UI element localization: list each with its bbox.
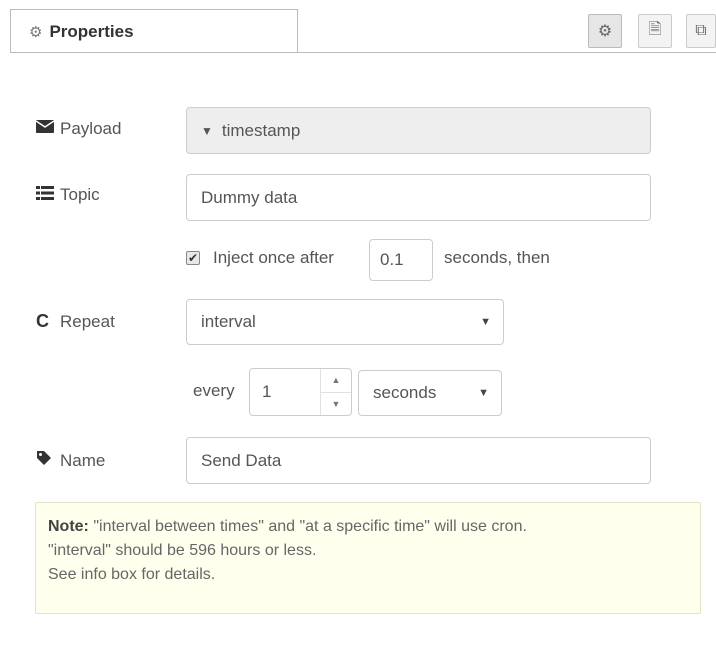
- tab-properties-label: Properties: [49, 21, 134, 41]
- refresh-icon: C: [36, 311, 49, 331]
- interval-count-input[interactable]: 1 ▲ ▼: [249, 368, 352, 416]
- payload-type-input[interactable]: ▼ timestamp: [186, 107, 651, 154]
- topic-input[interactable]: Dummy data: [186, 174, 651, 221]
- spinner-up-icon[interactable]: ▲: [321, 369, 351, 393]
- repeat-label: C Repeat: [36, 311, 115, 331]
- cron-note: Note: "interval between times" and "at a…: [35, 502, 701, 614]
- chevron-down-icon: ▼: [478, 387, 489, 399]
- repeat-select[interactable]: interval ▼: [186, 299, 504, 345]
- name-label: Name: [36, 450, 105, 471]
- header-divider: [10, 52, 716, 53]
- topic-value: Dummy data: [201, 187, 298, 207]
- document-icon: 🗎: [648, 20, 662, 38]
- payload-value: timestamp: [221, 120, 301, 140]
- inject-delay-input[interactable]: 0.1: [369, 239, 433, 281]
- caret-down-icon: ▼: [201, 123, 213, 138]
- note-line-2: "interval" should be 596 hours or less.: [48, 542, 317, 559]
- payload-label: Payload: [35, 119, 121, 139]
- inject-once-checkbox[interactable]: ✔: [186, 251, 200, 265]
- envelope-icon: [35, 120, 60, 138]
- interval-unit-select[interactable]: seconds ▼: [358, 370, 502, 416]
- chevron-down-icon: ▼: [480, 316, 491, 328]
- interval-unit-value: seconds: [373, 383, 437, 402]
- repeat-value: interval: [201, 312, 256, 331]
- note-bold-label: Note:: [48, 518, 89, 535]
- inject-once-label: Inject once after: [213, 248, 334, 267]
- note-line-1: Note: "interval between times" and "at a…: [48, 518, 527, 535]
- name-value: Send Data: [201, 450, 282, 470]
- tag-icon: [36, 450, 60, 471]
- tab-properties[interactable]: ⚙ Properties: [10, 9, 298, 53]
- list-icon: [36, 185, 60, 205]
- topic-label: Topic: [36, 185, 100, 205]
- spinner-down-icon[interactable]: ▼: [321, 393, 351, 416]
- interval-count-value: 1: [262, 382, 272, 401]
- inject-seconds-label: seconds, then: [444, 248, 550, 267]
- appearance-button[interactable]: ⧉: [686, 14, 716, 48]
- frame-icon: ⧉: [695, 22, 707, 39]
- name-input[interactable]: Send Data: [186, 437, 651, 484]
- gear-icon: ⚙: [29, 23, 43, 41]
- description-button[interactable]: 🗎: [638, 14, 672, 48]
- interval-spinner[interactable]: ▲ ▼: [320, 369, 351, 415]
- inject-delay-value: 0.1: [380, 250, 404, 269]
- settings-button[interactable]: ⚙: [588, 14, 622, 48]
- note-line-3: See info box for details.: [48, 566, 216, 583]
- gear-icon: ⚙: [597, 23, 613, 40]
- every-label: every: [193, 381, 235, 400]
